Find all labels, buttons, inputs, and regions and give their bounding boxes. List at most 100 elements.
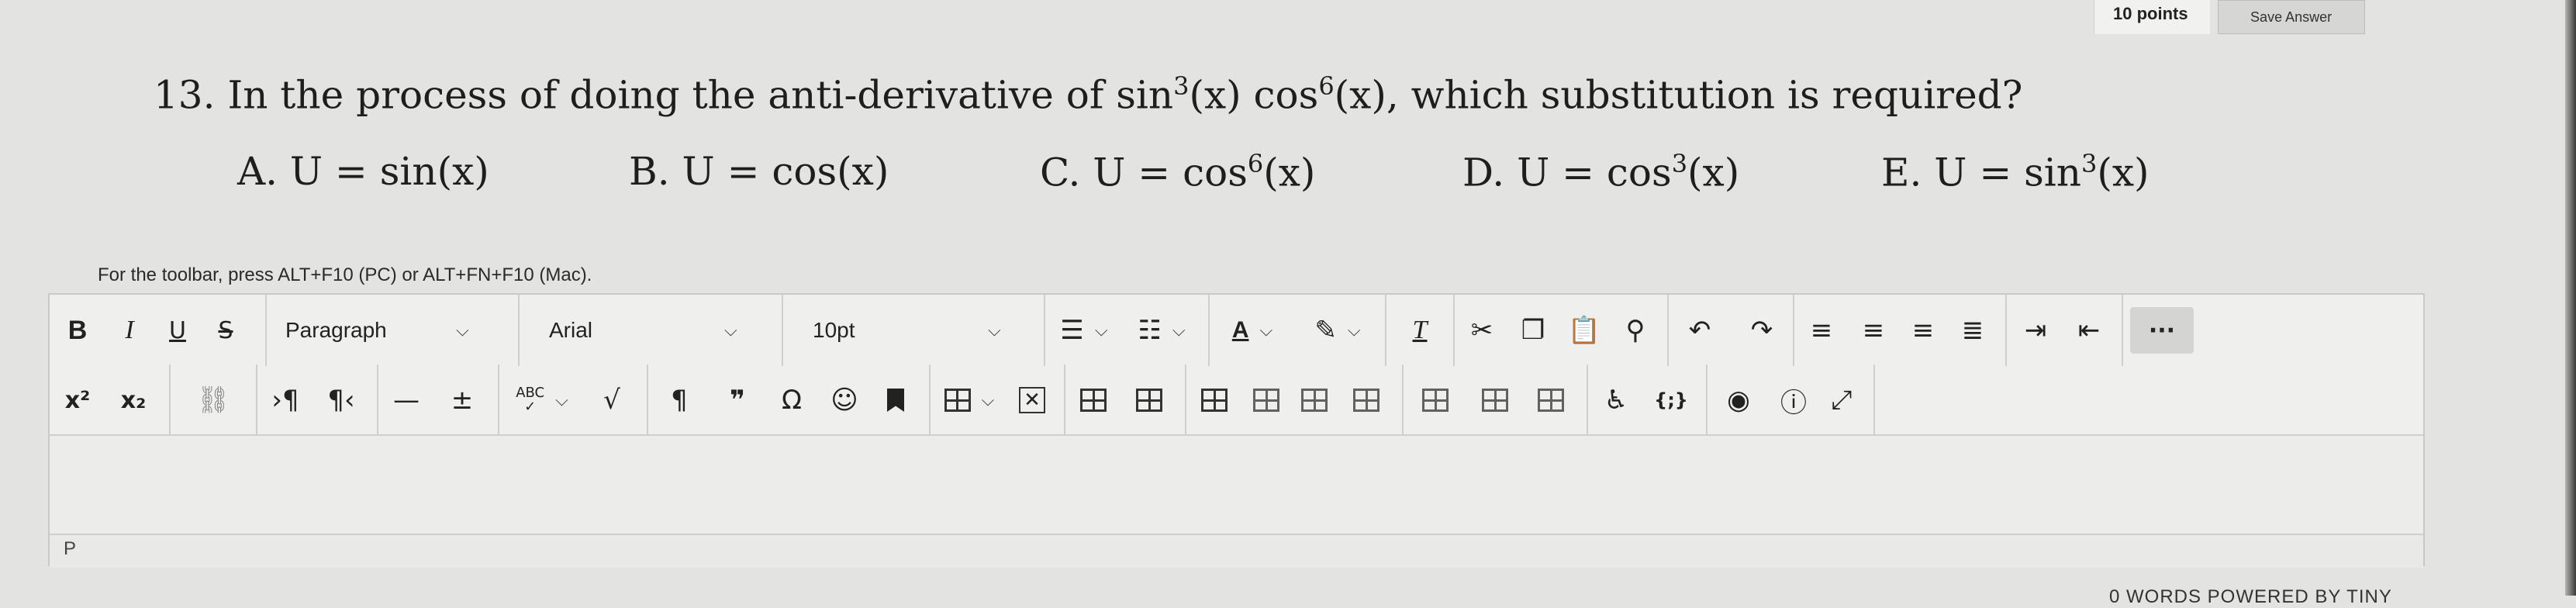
- bookmark-icon: [887, 389, 904, 412]
- italic-button[interactable]: I: [105, 307, 154, 354]
- rtl-button[interactable]: ¶‹: [313, 377, 369, 423]
- option-a-text: A. U = sin(x): [237, 149, 489, 194]
- insert-row-after-button[interactable]: [1242, 377, 1290, 423]
- more-options-button[interactable]: ···: [2130, 307, 2194, 354]
- table-row-properties-button[interactable]: [1121, 377, 1177, 423]
- copy-button[interactable]: ❐: [1509, 307, 1557, 354]
- chevron-down-icon: ⌵: [1094, 320, 1108, 340]
- superscript-button[interactable]: x²: [50, 377, 105, 423]
- align-justify-button[interactable]: ≣: [1948, 307, 1998, 354]
- font-size-select[interactable]: 10pt ⌵: [783, 307, 1044, 354]
- unlink-icon: ⛓: [196, 385, 230, 416]
- points-label: 10 points: [2094, 0, 2210, 34]
- strikethrough-button[interactable]: S: [202, 307, 250, 354]
- delete-row-icon: [1301, 389, 1328, 412]
- subscript-button[interactable]: x₂: [105, 377, 161, 423]
- bold-button[interactable]: B: [50, 307, 105, 354]
- element-path[interactable]: P: [64, 538, 76, 560]
- chevron-down-icon: ⌵: [555, 390, 568, 410]
- chevron-down-icon: ⌵: [1259, 320, 1273, 340]
- underline-button[interactable]: U: [154, 307, 202, 354]
- preview-button[interactable]: ◉: [1708, 377, 1770, 423]
- delete-table-button[interactable]: ✕: [1008, 377, 1056, 423]
- option-e-exp: 3: [2080, 149, 2098, 178]
- screen-edge: [2565, 0, 2576, 596]
- toolbar-separator: [1873, 364, 1875, 436]
- help-button[interactable]: ⓘ: [1770, 377, 1818, 423]
- option-e-text: E. U = sin: [1881, 150, 2081, 195]
- option-c-text: C. U = cos: [1040, 150, 1248, 195]
- paste-button[interactable]: 📋: [1557, 307, 1611, 354]
- chevron-down-icon: ⌵: [988, 320, 1001, 340]
- align-left-button[interactable]: ≡: [1794, 307, 1849, 354]
- spellcheck-icon: ABC ✓: [516, 385, 545, 415]
- numbered-list-button[interactable]: ☷ ⌵: [1123, 307, 1200, 354]
- cut-button[interactable]: ✂: [1455, 307, 1509, 354]
- table-button[interactable]: ⌵: [931, 377, 1008, 423]
- toolbar-row-1: B I U S Paragraph ⌵ Arial ⌵ 10pt ⌵ ☰ ⌵ ☷ ⌵ A ⌵…: [50, 295, 2423, 368]
- question-text: 13. In the process of doing the anti-der…: [154, 71, 2023, 118]
- delete-row-button[interactable]: [1290, 377, 1338, 423]
- table-icon: [944, 389, 971, 412]
- anchor-button[interactable]: [870, 377, 921, 423]
- table-properties-icon: [1080, 389, 1107, 412]
- insert-column-after-button[interactable]: [1467, 377, 1523, 423]
- clipboard-icon: 📋: [1567, 315, 1601, 346]
- insert-row-before-button[interactable]: [1186, 377, 1242, 423]
- plus-minus-button[interactable]: ±: [434, 377, 490, 423]
- format-select[interactable]: Paragraph ⌵: [267, 307, 518, 354]
- find-button[interactable]: ⚲: [1611, 307, 1659, 354]
- font-select[interactable]: Arial ⌵: [520, 307, 782, 354]
- option-d: D. U = cos3(x): [1462, 149, 1881, 195]
- emoticon-button[interactable]: ☺: [819, 377, 870, 423]
- accessibility-button[interactable]: ♿: [1588, 377, 1644, 423]
- spellcheck-button[interactable]: ABC ✓ ⌵: [499, 377, 585, 423]
- bullet-list-icon: ☰: [1060, 315, 1084, 346]
- code-sample-button[interactable]: {;}: [1644, 377, 1698, 423]
- word-count-status: 0 WORDS POWERED BY TINY: [2109, 586, 2392, 607]
- option-b: B. U = cos(x): [629, 149, 1040, 195]
- align-justify-icon: ≣: [1961, 315, 1984, 346]
- option-c: C. U = cos6(x): [1040, 149, 1462, 195]
- unlink-button[interactable]: ⛓: [171, 377, 256, 423]
- align-left-icon: ≡: [1810, 315, 1833, 346]
- clear-formatting-button[interactable]: T: [1386, 307, 1453, 354]
- undo-button[interactable]: ↶: [1669, 307, 1731, 354]
- plus-minus-icon: ±: [451, 385, 474, 416]
- redo-button[interactable]: ↷: [1731, 307, 1793, 354]
- table-properties-button[interactable]: [1065, 377, 1121, 423]
- highlight-color-button[interactable]: ✎ ⌵: [1295, 307, 1380, 354]
- question-exp1: 3: [1173, 71, 1190, 101]
- align-center-icon: ≡: [1862, 315, 1885, 346]
- math-button[interactable]: √: [585, 377, 639, 423]
- ltr-button[interactable]: ›¶: [257, 377, 313, 423]
- text-color-button[interactable]: A ⌵: [1210, 307, 1295, 354]
- fullscreen-button[interactable]: ⤢: [1818, 377, 1866, 423]
- delete-column-icon: [1353, 389, 1380, 412]
- horizontal-line-button[interactable]: —: [378, 377, 434, 423]
- save-answer-button[interactable]: Save Answer: [2217, 0, 2365, 34]
- undo-icon: ↶: [1688, 315, 1711, 346]
- insert-column-before-button[interactable]: [1404, 377, 1467, 423]
- editor-content-area[interactable]: [50, 436, 2423, 534]
- bullet-list-button[interactable]: ☰ ⌵: [1045, 307, 1123, 354]
- align-center-button[interactable]: ≡: [1849, 307, 1898, 354]
- insert-row-before-icon: [1201, 389, 1228, 412]
- special-character-button[interactable]: Ω: [765, 377, 819, 423]
- rtl-paragraph-icon: ¶‹: [327, 385, 355, 416]
- indent-button[interactable]: ⇥: [2007, 307, 2064, 354]
- paragraph-marks-button[interactable]: ¶: [648, 377, 710, 423]
- blockquote-button[interactable]: ❞: [710, 377, 765, 423]
- outdent-button[interactable]: ⇤: [2064, 307, 2114, 354]
- question-text-pre: In the process of doing the anti-derivat…: [227, 72, 1174, 118]
- option-e-post: (x): [2097, 150, 2150, 195]
- option-d-post: (x): [1687, 150, 1740, 195]
- format-select-value: Paragraph: [285, 318, 387, 342]
- align-right-button[interactable]: ≡: [1898, 307, 1948, 354]
- merge-cells-button[interactable]: [1523, 377, 1579, 423]
- merge-cells-icon: [1538, 389, 1564, 412]
- text-color-icon: A: [1231, 317, 1249, 343]
- delete-column-button[interactable]: [1338, 377, 1394, 423]
- copy-icon: ❐: [1521, 315, 1545, 346]
- more-toolbar-container: ···: [2123, 307, 2201, 354]
